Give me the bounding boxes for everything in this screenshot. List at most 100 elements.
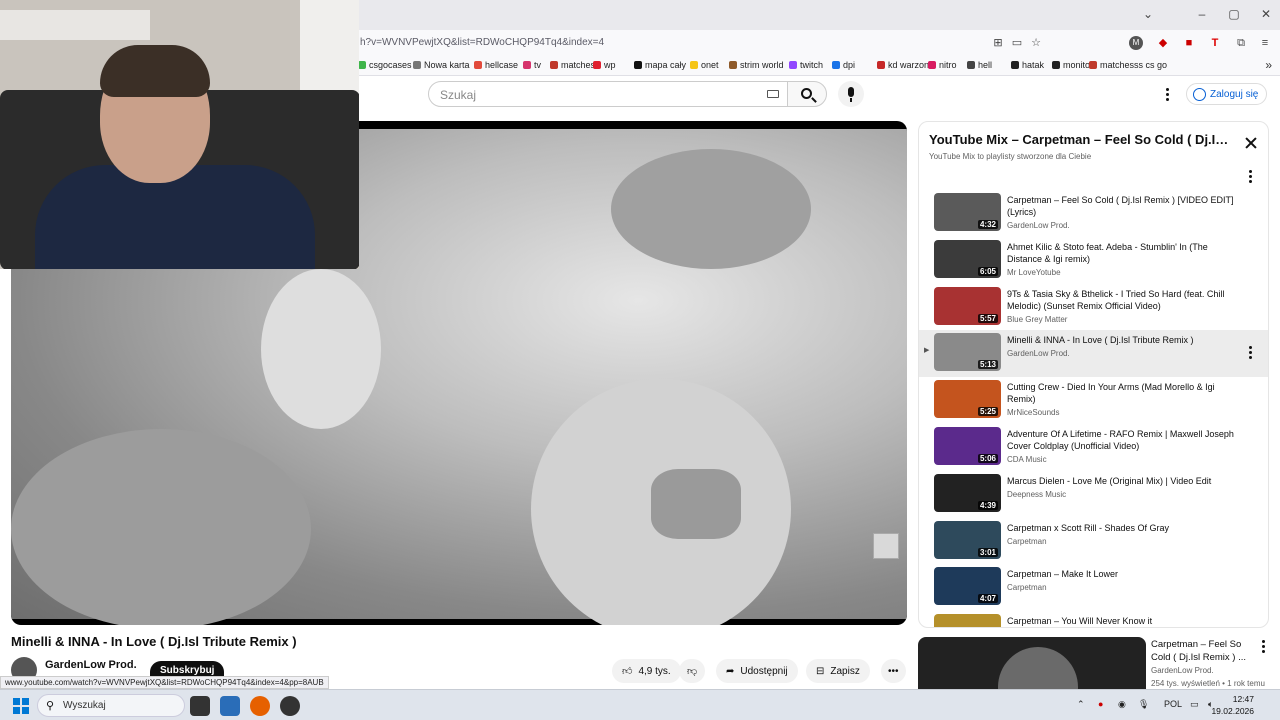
channel-name[interactable]: GardenLow Prod. bbox=[45, 659, 137, 671]
minimize-icon[interactable]: – bbox=[1192, 7, 1212, 21]
channel-watermark[interactable] bbox=[873, 533, 899, 559]
bookmark-item[interactable]: Nowa karta bbox=[413, 60, 470, 70]
playlist-item-thumbnail[interactable]: 5:06 bbox=[934, 426, 1001, 465]
bookmark-label: hatak bbox=[1022, 60, 1045, 70]
clock[interactable]: 12:47 19.02.2026 bbox=[1211, 693, 1254, 717]
close-window-icon[interactable]: ✕ bbox=[1256, 7, 1276, 21]
menu-icon[interactable]: ≡ bbox=[1258, 36, 1272, 50]
playlist-item-title[interactable]: 9Ts & Tasia Sky & Bthelick - I Tried So … bbox=[1007, 288, 1239, 312]
playlist-item-thumbnail[interactable]: 6:05 bbox=[934, 239, 1001, 278]
playlist-item-thumbnail[interactable]: 5:57 bbox=[934, 286, 1001, 325]
extension-icon[interactable]: ■ bbox=[1182, 36, 1196, 50]
like-button[interactable]: 👍︎ 4,9 tys. bbox=[612, 659, 681, 683]
translate-icon[interactable]: ⊞ bbox=[991, 36, 1005, 50]
playlist-item-thumbnail[interactable]: 4:39 bbox=[934, 473, 1001, 512]
tray-app-icon[interactable]: ● bbox=[1098, 699, 1103, 709]
extensions-puzzle-icon[interactable]: ⧉ bbox=[1234, 36, 1248, 50]
bookmark-item[interactable]: onet bbox=[690, 60, 719, 70]
bookmark-item[interactable]: twitch bbox=[789, 60, 823, 70]
playlist-item-thumbnail[interactable]: 4:32 bbox=[934, 193, 1001, 231]
bookmark-item[interactable]: matches bbox=[550, 60, 595, 70]
windows-start-icon[interactable] bbox=[13, 698, 29, 714]
playlist-item-title[interactable]: Cutting Crew - Died In Your Arms (Mad Mo… bbox=[1007, 381, 1239, 405]
playlist-item[interactable]: 3:01 Carpetman x Scott Rill - Shades Of G… bbox=[919, 518, 1268, 565]
more-actions-button[interactable]: ••• bbox=[881, 659, 906, 683]
playlist-item-thumbnail[interactable]: 4:07 bbox=[934, 567, 1001, 606]
playlist-item[interactable]: 5:57 9Ts & Tasia Sky & Bthelick - I Tried… bbox=[919, 284, 1268, 331]
bookmarks-overflow-icon[interactable]: » bbox=[1265, 58, 1272, 72]
language-indicator[interactable]: POL bbox=[1164, 699, 1182, 709]
reader-view-icon[interactable]: ▭ bbox=[1010, 36, 1024, 50]
bookmark-item[interactable]: csgocases bbox=[358, 60, 412, 70]
steam-icon[interactable]: ◉ bbox=[1118, 699, 1126, 710]
account-icon[interactable]: M bbox=[1129, 36, 1143, 50]
playlist-item[interactable]: 2:50Carpetman – You Will Never Know itCa… bbox=[919, 611, 1268, 627]
firefox-icon[interactable] bbox=[250, 696, 270, 716]
playlist-item[interactable]: 4:07 Carpetman – Make It Lower Carpetman bbox=[919, 564, 1268, 611]
dislike-button[interactable]: 👎︎ bbox=[679, 659, 706, 683]
more-options-icon[interactable] bbox=[1166, 88, 1170, 103]
playlist-item-title[interactable]: Carpetman – Make It Lower bbox=[1007, 568, 1239, 580]
bookmark-item[interactable]: strim world bbox=[729, 60, 784, 70]
voice-search-button[interactable] bbox=[838, 81, 864, 107]
playlist-item[interactable]: ▶ 5:13 Minelli & INNA - In Love ( Dj.Isl T… bbox=[919, 330, 1268, 378]
network-icon[interactable]: ▭ bbox=[1190, 699, 1199, 710]
playlist-item[interactable]: 4:32 Carpetman – Feel So Cold ( Dj.Isl Re… bbox=[919, 190, 1268, 237]
next-video-title[interactable]: Carpetman – Feel So Cold ( Dj.Isl Remix … bbox=[1151, 638, 1251, 664]
playlist-item-title[interactable]: Marcus Dielen - Love Me (Original Mix) |… bbox=[1007, 475, 1239, 487]
playlist-item-duration: 4:07 bbox=[977, 594, 998, 604]
bookmark-favicon-icon bbox=[832, 61, 840, 69]
keyboard-icon[interactable] bbox=[767, 90, 779, 98]
search-input[interactable]: Szukaj bbox=[428, 81, 788, 107]
bookmark-item[interactable]: wp bbox=[593, 60, 616, 70]
tab-list-icon[interactable]: ⌄ bbox=[1138, 7, 1158, 21]
url-text[interactable]: h?v=WVNVPewjtXQ&list=RDWoCHQP94Tq4&index… bbox=[360, 37, 604, 48]
playlist-item-thumbnail[interactable]: 5:25 bbox=[934, 380, 1001, 419]
microphone-icon[interactable]: 🎙︎ bbox=[1138, 699, 1149, 710]
ublock-icon[interactable]: ◆ bbox=[1156, 36, 1170, 50]
close-playlist-icon[interactable] bbox=[1244, 136, 1258, 150]
playlist-item-thumbnail[interactable]: 2:50 bbox=[934, 614, 1001, 627]
next-video-meta: 254 tys. wyświetleń • 1 rok temu bbox=[1151, 679, 1265, 688]
bookmark-item[interactable]: tv bbox=[523, 60, 541, 70]
playlist-item[interactable]: 5:25 Cutting Crew - Died In Your Arms (Ma… bbox=[919, 377, 1268, 424]
app-icon[interactable] bbox=[280, 696, 300, 716]
playlist-item-menu-icon[interactable] bbox=[1249, 346, 1253, 361]
signin-button[interactable]: Zaloguj się bbox=[1186, 83, 1268, 105]
playlist-menu-icon[interactable] bbox=[1249, 170, 1253, 185]
playlist-item-title[interactable]: Adventure Of A Lifetime - RAFO Remix | M… bbox=[1007, 428, 1239, 452]
share-button[interactable]: ➦ Udostępnij bbox=[716, 659, 798, 683]
bookmark-item[interactable]: kd warzone bbox=[877, 60, 934, 70]
search-button[interactable] bbox=[787, 81, 827, 107]
tray-chevron-icon[interactable]: ⌃ bbox=[1077, 699, 1085, 710]
bookmark-item[interactable]: hatak bbox=[1011, 60, 1044, 70]
bookmark-item[interactable]: nitro bbox=[928, 60, 957, 70]
next-video-menu-icon[interactable] bbox=[1262, 640, 1266, 655]
bookmark-item[interactable]: dpi bbox=[832, 60, 855, 70]
bookmark-item[interactable]: hell bbox=[967, 60, 992, 70]
t-extension-icon[interactable]: T bbox=[1208, 36, 1222, 50]
playlist-item-title[interactable]: Carpetman x Scott Rill - Shades Of Gray bbox=[1007, 522, 1239, 534]
playlist-item-duration: 4:39 bbox=[977, 500, 998, 510]
playlist-item[interactable]: 6:05 Ahmet Kilic & Stoto feat. Adeba - St… bbox=[919, 237, 1268, 284]
bookmark-item[interactable]: mapa cały bbox=[634, 60, 686, 70]
task-view-icon[interactable] bbox=[190, 696, 210, 716]
next-video-thumbnail[interactable] bbox=[918, 637, 1146, 690]
playlist-item-thumbnail[interactable]: 5:13 bbox=[934, 333, 1001, 372]
bookmark-item[interactable]: hellcase bbox=[474, 60, 518, 70]
playlist-item-title[interactable]: Carpetman – Feel So Cold ( Dj.Isl Remix … bbox=[1007, 194, 1239, 218]
playlist-item-thumbnail[interactable]: 3:01 bbox=[934, 520, 1001, 559]
playlist-item-title[interactable]: Carpetman – You Will Never Know it bbox=[1007, 615, 1239, 627]
playlist-item[interactable]: 4:39 Marcus Dielen - Love Me (Original Mi… bbox=[919, 471, 1268, 518]
bookmark-item[interactable]: matchesss cs go bbox=[1089, 60, 1167, 70]
playlist-item-title[interactable]: Minelli & INNA - In Love ( Dj.Isl Tribut… bbox=[1007, 334, 1239, 346]
playlist-item[interactable]: 5:06 Adventure Of A Lifetime - RAFO Remix… bbox=[919, 424, 1268, 471]
playlist-title[interactable]: YouTube Mix – Carpetman – Feel So Cold (… bbox=[929, 132, 1229, 147]
file-explorer-icon[interactable] bbox=[220, 696, 240, 716]
taskbar-search[interactable]: ⚲ Wyszukaj bbox=[37, 694, 185, 717]
bookmark-item[interactable]: monitor bbox=[1052, 60, 1093, 70]
bookmark-star-icon[interactable]: ☆ bbox=[1029, 36, 1043, 50]
save-button[interactable]: ⊟ Zapisz bbox=[806, 659, 870, 683]
playlist-item-title[interactable]: Ahmet Kilic & Stoto feat. Adeba - Stumbl… bbox=[1007, 241, 1239, 265]
maximize-icon[interactable]: ▢ bbox=[1224, 7, 1244, 21]
